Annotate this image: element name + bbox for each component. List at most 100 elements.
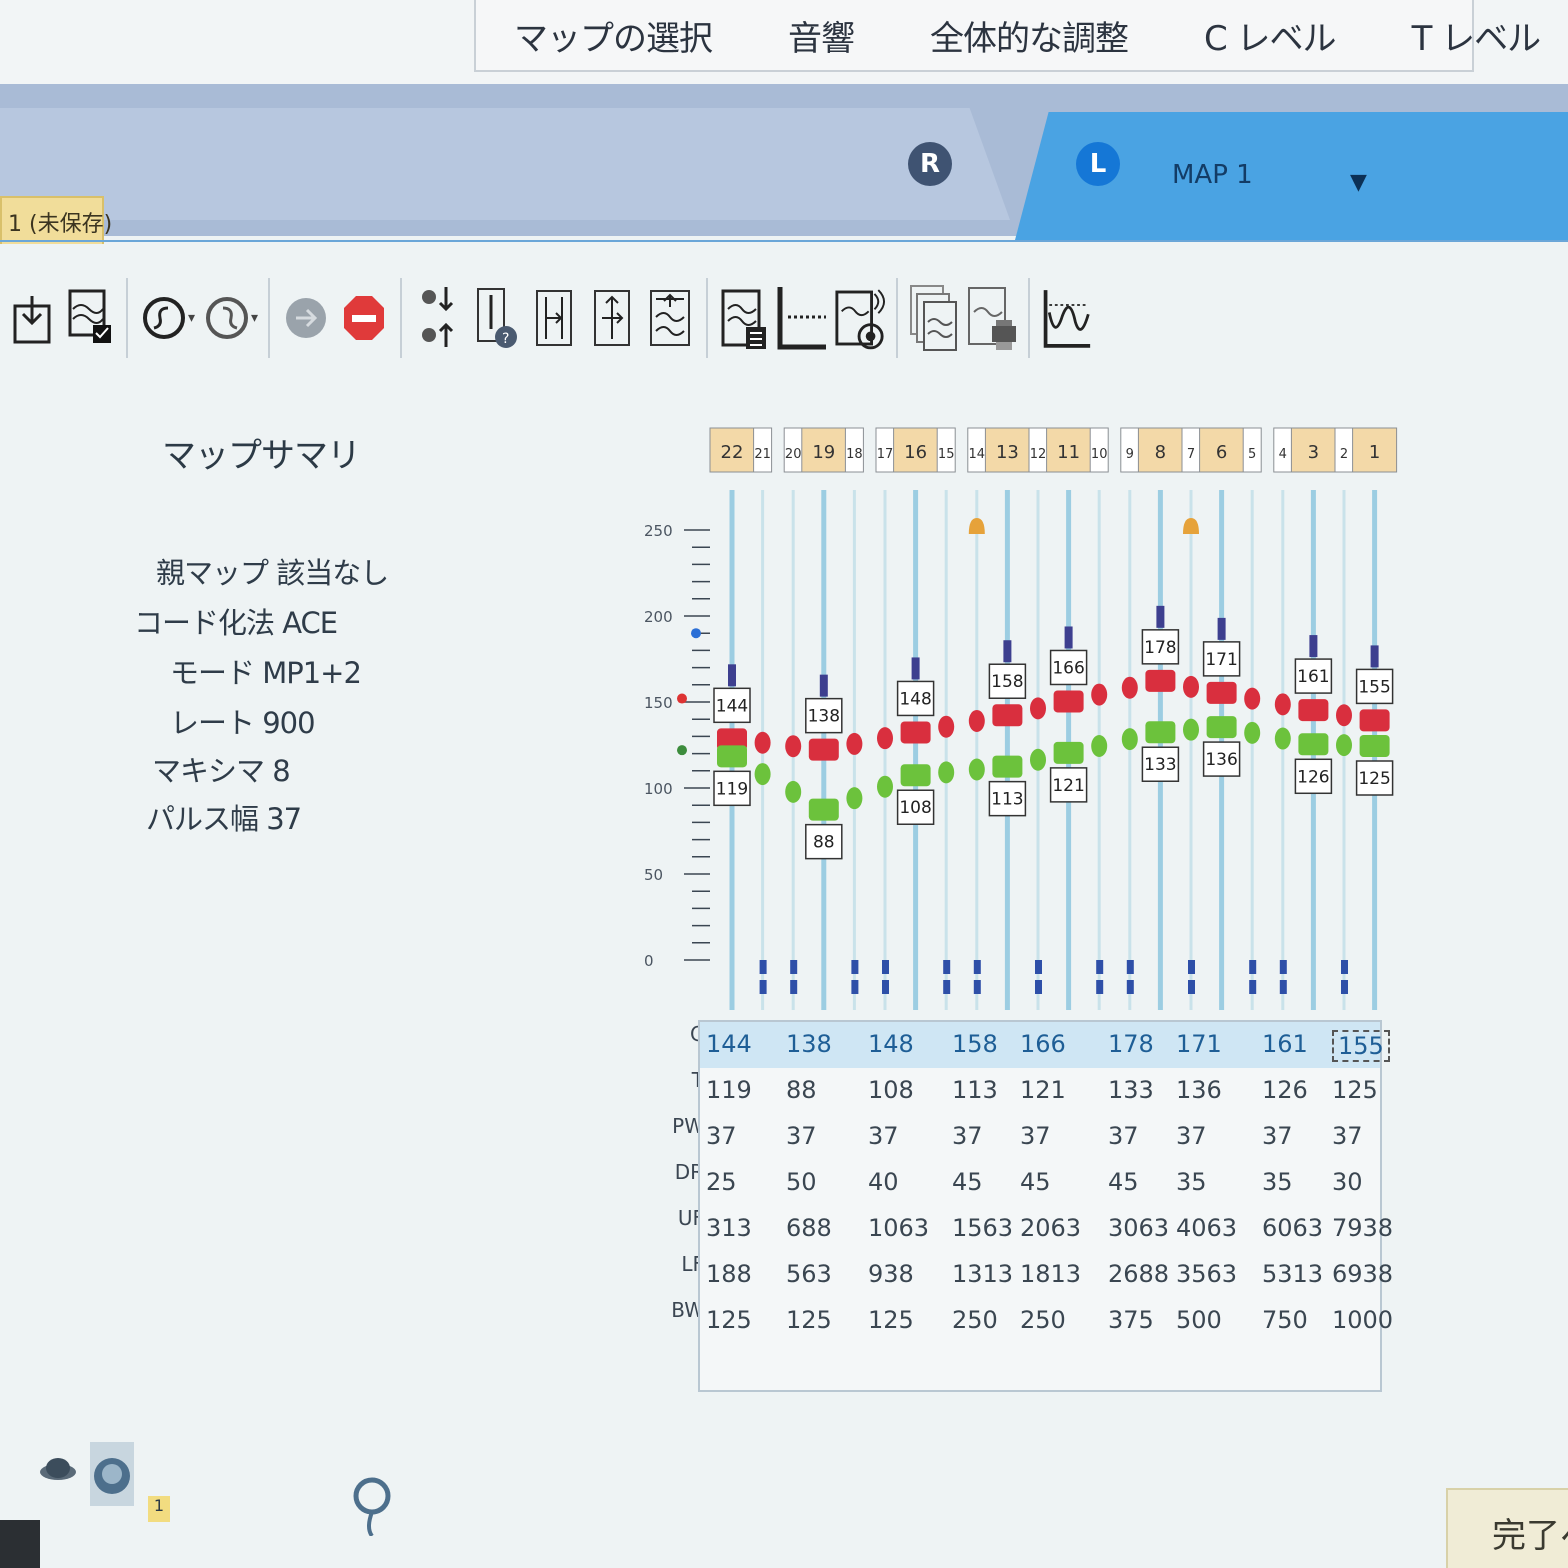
table-cell[interactable]: 161 — [1262, 1030, 1308, 1058]
table-cell[interactable]: 37 — [786, 1122, 817, 1150]
level-info-icon[interactable]: ? — [470, 279, 522, 357]
global-shift-icon[interactable] — [528, 279, 580, 357]
table-cell[interactable]: 4063 — [1176, 1214, 1237, 1242]
redo-dropdown-icon[interactable]: ▾ — [251, 310, 258, 326]
right-ear-badge[interactable]: R — [908, 142, 952, 186]
table-cell[interactable]: 35 — [1262, 1168, 1293, 1196]
table-cell[interactable]: 125 — [706, 1306, 752, 1334]
table-cell[interactable]: 25 — [706, 1168, 737, 1196]
download-icon[interactable] — [6, 279, 58, 357]
table-cell[interactable]: 37 — [1108, 1122, 1139, 1150]
left-ear-badge[interactable]: L — [1076, 142, 1120, 186]
table-cell[interactable]: 45 — [1108, 1168, 1139, 1196]
table-cell[interactable]: 37 — [1020, 1122, 1051, 1150]
table-cell[interactable]: 563 — [786, 1260, 832, 1288]
table-cell[interactable]: 30 — [1332, 1168, 1363, 1196]
table-cell[interactable]: 250 — [1020, 1306, 1066, 1334]
table-cell[interactable]: 1063 — [868, 1214, 929, 1242]
expand-compress-icon[interactable] — [644, 279, 696, 357]
table-cell[interactable]: 188 — [706, 1260, 752, 1288]
right-ear-tab[interactable] — [0, 108, 1010, 220]
table-cell[interactable]: 125 — [786, 1306, 832, 1334]
table-cell[interactable]: 375 — [1108, 1306, 1154, 1334]
forward-icon[interactable] — [280, 279, 332, 357]
table-cell[interactable]: 750 — [1262, 1306, 1308, 1334]
table-cell[interactable]: 121 — [1020, 1076, 1066, 1104]
table-cell[interactable]: 155 — [1332, 1030, 1390, 1062]
c-level-handle — [819, 674, 828, 697]
table-cell[interactable]: 108 — [868, 1076, 914, 1104]
table-cell[interactable]: 50 — [786, 1168, 817, 1196]
waveform-icon[interactable] — [1040, 279, 1092, 357]
table-cell[interactable]: 2688 — [1108, 1260, 1169, 1288]
table-cell[interactable]: 313 — [706, 1214, 752, 1242]
coil-icon[interactable] — [90, 1442, 134, 1506]
menu-map-select[interactable]: マップの選択 — [476, 11, 750, 60]
table-cell[interactable]: 88 — [786, 1076, 817, 1104]
table-cell[interactable]: 171 — [1176, 1030, 1222, 1058]
copy-maps-icon[interactable] — [908, 279, 960, 357]
table-cell[interactable]: 6063 — [1262, 1214, 1323, 1242]
table-cell[interactable]: 500 — [1176, 1306, 1222, 1334]
menu-global-adjust[interactable]: 全体的な調整 — [892, 11, 1166, 60]
redo-icon[interactable] — [201, 279, 253, 357]
menu-acoustic[interactable]: 音響 — [750, 11, 892, 60]
c-level-dot — [1121, 676, 1138, 699]
table-cell[interactable]: 1813 — [1020, 1260, 1081, 1288]
table-cell[interactable]: 3563 — [1176, 1260, 1237, 1288]
table-cell[interactable]: 688 — [786, 1214, 832, 1242]
table-cell[interactable]: 3063 — [1108, 1214, 1169, 1242]
table-cell[interactable]: 37 — [868, 1122, 899, 1150]
table-cell[interactable]: 119 — [706, 1076, 752, 1104]
table-cell[interactable]: 35 — [1176, 1168, 1207, 1196]
undo-icon[interactable] — [138, 279, 190, 357]
stop-icon[interactable] — [338, 279, 390, 357]
menu-t-level[interactable]: T レベル — [1374, 11, 1568, 60]
finish-button[interactable]: 完了へ — [1446, 1488, 1568, 1568]
table-cell[interactable]: 45 — [1020, 1168, 1051, 1196]
range-adjust-icon[interactable] — [586, 279, 638, 357]
table-cell[interactable]: 178 — [1108, 1030, 1154, 1058]
table-cell[interactable]: 133 — [1108, 1076, 1154, 1104]
threshold-line-icon[interactable] — [776, 279, 828, 357]
map-check-icon[interactable] — [64, 279, 116, 357]
table-cell[interactable]: 126 — [1262, 1076, 1308, 1104]
print-map-icon[interactable] — [966, 279, 1018, 357]
channel-table[interactable]: 144 119 37 25 313 188 125 138 88 37 50 688 563 125 148… — [698, 1020, 1393, 1392]
table-cell[interactable]: 37 — [1176, 1122, 1207, 1150]
table-cell[interactable]: 148 — [868, 1030, 914, 1058]
swap-levels-icon[interactable] — [412, 279, 464, 357]
table-cell[interactable]: 37 — [952, 1122, 983, 1150]
table-cell[interactable]: 1563 — [952, 1214, 1013, 1242]
table-cell[interactable]: 37 — [1262, 1122, 1293, 1150]
table-cell[interactable]: 144 — [706, 1030, 752, 1058]
table-cell[interactable]: 158 — [952, 1030, 998, 1058]
undo-dropdown-icon[interactable]: ▾ — [188, 310, 195, 326]
menu-c-level[interactable]: C レベル — [1166, 11, 1374, 60]
table-cell[interactable]: 250 — [952, 1306, 998, 1334]
table-cell[interactable]: 1000 — [1332, 1306, 1393, 1334]
table-cell[interactable]: 138 — [786, 1030, 832, 1058]
live-sound-icon[interactable] — [834, 279, 886, 357]
table-cell[interactable]: 7938 — [1332, 1214, 1393, 1242]
table-cell[interactable]: 125 — [868, 1306, 914, 1334]
table-cell[interactable]: 45 — [952, 1168, 983, 1196]
table-cell[interactable]: 6938 — [1332, 1260, 1393, 1288]
map-clipboard-icon[interactable] — [718, 279, 770, 357]
table-cell[interactable]: 125 — [1332, 1076, 1378, 1104]
triangle-down-icon[interactable]: ▼ — [1350, 170, 1367, 195]
implant-icon[interactable] — [353, 1477, 391, 1538]
session-tab[interactable]: 1 (未保存) — [0, 196, 112, 244]
table-cell[interactable]: 40 — [868, 1168, 899, 1196]
table-cell[interactable]: 136 — [1176, 1076, 1222, 1104]
table-cell[interactable]: 37 — [706, 1122, 737, 1150]
table-cell[interactable]: 5313 — [1262, 1260, 1323, 1288]
table-cell[interactable]: 37 — [1332, 1122, 1363, 1150]
table-cell[interactable]: 113 — [952, 1076, 998, 1104]
electrode-level-chart[interactable]: 25020015010050022 21 20 19 18 17 16 15 14 13 12 11 1… — [640, 420, 1410, 1060]
table-cell[interactable]: 166 — [1020, 1030, 1066, 1058]
table-cell[interactable]: 2063 — [1020, 1214, 1081, 1242]
table-cell[interactable]: 1313 — [952, 1260, 1013, 1288]
table-cell[interactable]: 938 — [868, 1260, 914, 1288]
speech-processor-icon[interactable] — [40, 1458, 76, 1480]
